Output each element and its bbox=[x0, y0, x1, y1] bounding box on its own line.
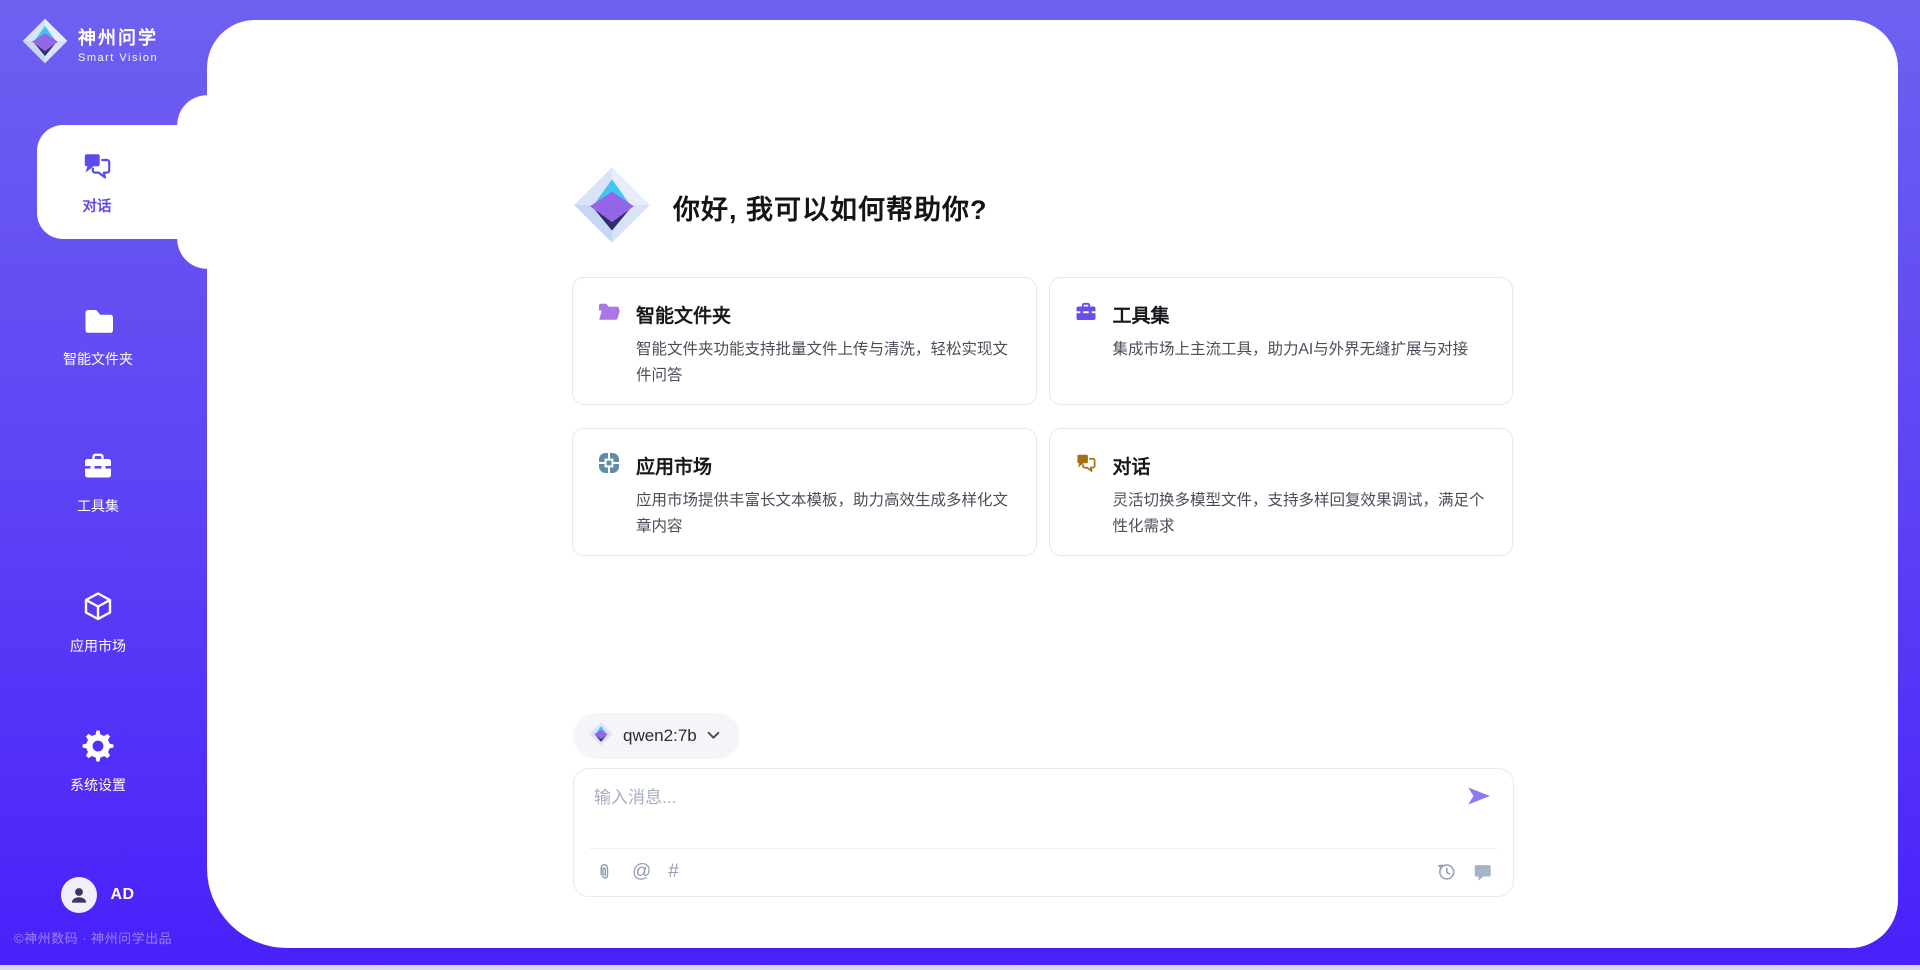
sidebar-item-app-market[interactable]: 应用市场 bbox=[0, 590, 196, 656]
message-input-card: @ # bbox=[573, 768, 1514, 897]
cube-icon bbox=[81, 590, 115, 629]
user-name: AD bbox=[110, 886, 134, 904]
bottom-edge-strip bbox=[0, 965, 1920, 970]
chat-mode-button[interactable] bbox=[1472, 861, 1493, 882]
chat-bubbles-icon bbox=[1074, 451, 1098, 480]
card-description: 智能文件夹功能支持批量文件上传与清洗，轻松实现文件问答 bbox=[636, 337, 1012, 389]
attach-file-button[interactable] bbox=[594, 862, 615, 883]
sidebar-item-toolset[interactable]: 工具集 bbox=[0, 450, 196, 516]
paperclip-icon bbox=[594, 862, 615, 883]
sidebar: 神州问学 Smart Vision 对话 智能文件夹 bbox=[0, 0, 207, 965]
avatar bbox=[61, 877, 97, 913]
card-description: 集成市场上主流工具，助力AI与外界无缝扩展与对接 bbox=[1113, 337, 1489, 363]
mention-button[interactable]: @ bbox=[632, 861, 651, 883]
sidebar-item-label: 工具集 bbox=[77, 496, 119, 516]
send-button[interactable] bbox=[1465, 783, 1491, 809]
user-profile[interactable]: AD bbox=[0, 877, 196, 913]
sidebar-item-label: 对话 bbox=[83, 195, 112, 216]
app-grid-icon bbox=[597, 451, 621, 480]
brand-subtitle: Smart Vision bbox=[78, 52, 158, 64]
toolbox-icon bbox=[1074, 300, 1098, 329]
model-selector[interactable]: qwen2:7b bbox=[573, 713, 740, 759]
card-app-market[interactable]: 应用市场 应用市场提供丰富长文本模板，助力高效生成多样化文章内容 bbox=[572, 428, 1037, 556]
diamond-logo-icon bbox=[589, 722, 613, 751]
card-description: 应用市场提供丰富长文本模板，助力高效生成多样化文章内容 bbox=[636, 488, 1012, 540]
gear-icon bbox=[81, 729, 115, 768]
message-input[interactable] bbox=[594, 783, 1454, 841]
card-title: 应用市场 bbox=[636, 452, 712, 479]
history-button[interactable] bbox=[1436, 861, 1457, 882]
card-smart-folder[interactable]: 智能文件夹 智能文件夹功能支持批量文件上传与清洗，轻松实现文件问答 bbox=[572, 277, 1037, 405]
hashtag-button[interactable]: # bbox=[668, 861, 679, 883]
folder-open-icon bbox=[597, 300, 621, 329]
toolbox-icon bbox=[81, 450, 115, 489]
brand-title: 神州问学 bbox=[78, 24, 158, 50]
send-icon bbox=[1465, 783, 1491, 809]
history-icon bbox=[1436, 861, 1457, 882]
sidebar-item-settings[interactable]: 系统设置 bbox=[0, 729, 196, 795]
brand-logo: 神州问学 Smart Vision bbox=[22, 18, 158, 69]
hash-icon: # bbox=[668, 861, 679, 883]
sidebar-item-label: 智能文件夹 bbox=[63, 349, 133, 369]
main-panel: 你好, 我可以如何帮助你? 智能文件夹 智能文件夹功能支持批量文件上传与清洗，轻… bbox=[207, 20, 1898, 948]
feature-cards: 智能文件夹 智能文件夹功能支持批量文件上传与清洗，轻松实现文件问答 bbox=[572, 277, 1513, 556]
card-chat[interactable]: 对话 灵活切换多模型文件，支持多样回复效果调试，满足个性化需求 bbox=[1049, 428, 1514, 556]
sidebar-item-label: 应用市场 bbox=[70, 636, 126, 656]
user-avatar-icon bbox=[69, 885, 89, 905]
chat-icon bbox=[80, 149, 114, 188]
model-name: qwen2:7b bbox=[623, 726, 697, 746]
chat-bubble-icon bbox=[1472, 861, 1493, 882]
chevron-down-icon bbox=[707, 727, 720, 745]
folder-icon bbox=[81, 303, 115, 342]
divider bbox=[590, 848, 1497, 849]
card-title: 智能文件夹 bbox=[636, 301, 731, 328]
card-title: 对话 bbox=[1113, 452, 1151, 479]
page-title: 你好, 我可以如何帮助你? bbox=[673, 188, 988, 227]
composer-toolbar-left: @ # bbox=[594, 861, 679, 883]
card-toolset[interactable]: 工具集 集成市场上主流工具，助力AI与外界无缝扩展与对接 bbox=[1049, 277, 1514, 405]
diamond-logo-icon bbox=[22, 18, 68, 69]
sidebar-item-chat[interactable]: 对话 bbox=[37, 125, 207, 239]
greeting: 你好, 我可以如何帮助你? bbox=[573, 165, 988, 249]
card-title: 工具集 bbox=[1113, 301, 1170, 328]
card-description: 灵活切换多模型文件，支持多样回复效果调试，满足个性化需求 bbox=[1113, 488, 1489, 540]
sidebar-item-smart-folder[interactable]: 智能文件夹 bbox=[0, 303, 196, 369]
composer: qwen2:7b bbox=[573, 713, 1514, 897]
composer-toolbar-right bbox=[1436, 861, 1493, 882]
at-icon: @ bbox=[632, 861, 651, 883]
footer-credit: ©神州数码 · 神州问学出品 bbox=[14, 928, 172, 947]
sidebar-item-label: 系统设置 bbox=[70, 775, 126, 795]
diamond-logo-icon bbox=[573, 166, 651, 249]
